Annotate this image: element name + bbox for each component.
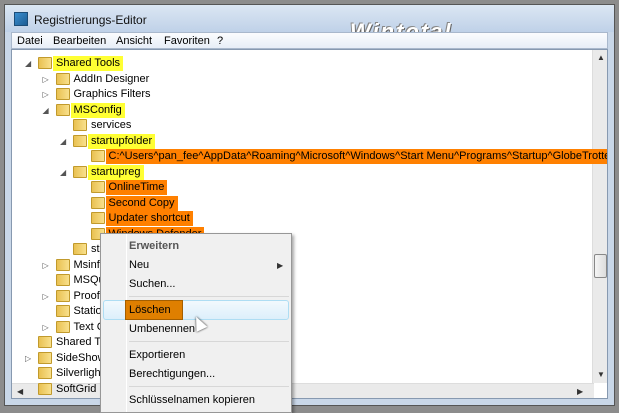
tree-item-label: Silverlight — [56, 367, 104, 379]
tree-item-label: C:^Users^pan_fee^AppData^Roaming^Microso… — [105, 149, 607, 164]
tree-item-label: Graphics Filters — [73, 88, 151, 100]
menu-item-schluesselnamen-kopieren[interactable]: Schlüsselnamen kopieren — [129, 394, 255, 406]
tree-item-label: services — [91, 119, 132, 131]
folder-icon — [55, 72, 70, 85]
folder-icon — [55, 88, 70, 100]
collapse-arrow-icon[interactable]: ◢ — [43, 106, 49, 115]
scroll-down-icon[interactable]: ▼ — [597, 370, 605, 379]
folder-icon — [90, 196, 105, 209]
expand-arrow-icon[interactable]: ▷ — [43, 261, 49, 270]
collapse-arrow-icon[interactable]: ◢ — [60, 168, 66, 177]
folder-icon — [55, 320, 70, 333]
separator — [129, 296, 289, 297]
submenu-arrow-icon: ▶ — [277, 261, 284, 270]
tree-item-label: Second Copy — [105, 195, 178, 211]
tree-item-label: SoftGrid — [56, 382, 97, 395]
scroll-thumb[interactable] — [594, 254, 607, 278]
registry-editor-window: Registrierungs-Editor Wintotal Datei Bea… — [4, 4, 615, 406]
menu-favoriten[interactable]: Favoriten — [164, 35, 210, 47]
scroll-up-icon[interactable]: ▲ — [597, 53, 605, 62]
scroll-left-icon[interactable]: ◀ — [17, 387, 23, 396]
menu-help[interactable]: ? — [217, 35, 223, 47]
folder-icon — [90, 181, 105, 193]
menu-item-neu[interactable]: Neu — [129, 259, 149, 271]
folder-icon — [90, 212, 105, 224]
folder-icon — [55, 289, 70, 302]
expand-arrow-icon[interactable]: ▷ — [43, 75, 49, 84]
collapse-arrow-icon[interactable]: ◢ — [60, 137, 66, 146]
folder-icon — [90, 150, 105, 162]
folder-icon — [38, 336, 52, 348]
folder-icon — [73, 134, 87, 147]
folder-icon — [55, 305, 70, 317]
menu-item-erweitern[interactable]: Erweitern — [129, 240, 179, 252]
folder-icon — [55, 274, 70, 286]
expand-arrow-icon[interactable]: ▷ — [43, 292, 49, 301]
menu-bearbeiten[interactable]: Bearbeiten — [53, 35, 106, 47]
separator — [129, 386, 289, 387]
tree-item-label: OnlineTime — [105, 180, 168, 195]
regedit-icon — [14, 12, 28, 26]
menu-gutter — [126, 234, 127, 412]
menu-datei[interactable]: Datei — [17, 35, 43, 47]
menu-item-loeschen[interactable]: Löschen — [129, 304, 171, 316]
folder-icon — [73, 165, 87, 178]
expand-arrow-icon[interactable]: ▷ — [43, 90, 49, 99]
tree-item-label: Updater shortcut — [105, 211, 193, 226]
tree-item-label: AddIn Designer — [73, 72, 150, 85]
tree-item-label: Shared Tools — [53, 56, 124, 71]
menu-item-umbenennen[interactable]: Umbenennen — [129, 323, 195, 335]
menu-item-exportieren[interactable]: Exportieren — [129, 349, 185, 361]
folder-icon — [38, 382, 52, 395]
title-bar: Registrierungs-Editor Wintotal — [5, 5, 614, 44]
folder-icon — [73, 119, 87, 131]
folder-icon — [38, 351, 52, 364]
menu-ansicht[interactable]: Ansicht — [116, 35, 152, 47]
folder-icon — [55, 103, 70, 116]
tree-item-label: startupfolder — [88, 133, 156, 149]
folder-icon — [38, 367, 52, 379]
tree-item-label: MSConfig — [70, 102, 125, 118]
scroll-right-icon[interactable]: ▶ — [577, 387, 583, 396]
separator — [129, 341, 289, 342]
collapse-arrow-icon[interactable]: ◢ — [25, 59, 31, 68]
vertical-scrollbar[interactable]: ▲ ▼ — [592, 50, 607, 383]
folder-icon — [73, 243, 87, 255]
menu-item-suchen[interactable]: Suchen... — [129, 278, 175, 290]
menu-bar: Datei Bearbeiten Ansicht Favoriten ? — [11, 32, 608, 49]
menu-item-berechtigungen[interactable]: Berechtigungen... — [129, 368, 215, 380]
tree-item-label: startupreg — [88, 164, 144, 180]
folder-icon — [38, 57, 52, 69]
expand-arrow-icon[interactable]: ▷ — [43, 323, 49, 332]
expand-arrow-icon[interactable]: ▷ — [25, 354, 31, 363]
folder-icon — [55, 258, 70, 271]
window-title: Registrierungs-Editor — [34, 13, 147, 27]
